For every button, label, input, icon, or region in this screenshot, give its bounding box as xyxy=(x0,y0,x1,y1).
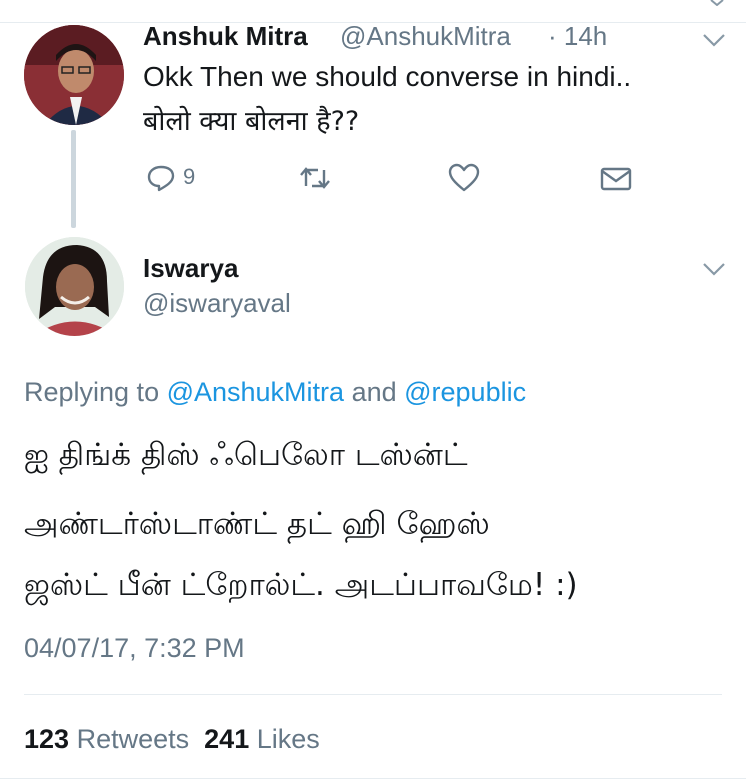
replying-and: and xyxy=(344,377,405,407)
tweet-text: அண்டர்ஸ்டாண்ட் தட் ஹி ஹேஸ் xyxy=(24,506,490,542)
author-name[interactable]: Iswarya xyxy=(143,253,238,284)
reply-count: 9 xyxy=(183,164,196,189)
avatar-image xyxy=(24,25,124,125)
heart-icon[interactable] xyxy=(448,163,480,193)
author-handle[interactable]: @iswaryaval xyxy=(143,288,291,319)
divider xyxy=(24,694,722,695)
tweet-time[interactable]: · 14h xyxy=(548,21,607,52)
divider xyxy=(0,778,746,779)
retweets-count[interactable]: 123 xyxy=(24,724,69,754)
tweet-text: ஐ திங்க் திஸ் ஃபெலோ டஸ்ன்ட் xyxy=(24,437,468,473)
retweet-icon[interactable] xyxy=(298,164,332,192)
tweet-text: ஜஸ்ட் பீன் ட்றோல்ட். அடப்பாவமே! :) xyxy=(24,567,578,603)
thread-line xyxy=(71,130,76,228)
replying-prefix: Replying to xyxy=(24,377,167,407)
avatar-image xyxy=(25,237,124,336)
chevron-down-icon[interactable] xyxy=(702,262,726,276)
tweet-stats: 123 Retweets 241 Likes xyxy=(24,724,320,755)
mention-link[interactable]: @republic xyxy=(404,377,526,407)
tweet-timestamp[interactable]: 04/07/17, 7:32 PM xyxy=(24,633,245,664)
likes-label[interactable]: Likes xyxy=(257,724,320,754)
reply-icon[interactable] xyxy=(146,164,176,192)
author-handle[interactable]: @AnshukMitra xyxy=(340,21,511,52)
envelope-icon[interactable] xyxy=(600,166,632,192)
likes-count[interactable]: 241 xyxy=(204,724,249,754)
author-name[interactable]: Anshuk Mitra xyxy=(143,21,308,52)
retweets-label[interactable]: Retweets xyxy=(77,724,190,754)
chevron-down-icon[interactable] xyxy=(710,0,724,6)
mention-link[interactable]: @AnshukMitra xyxy=(167,377,344,407)
avatar[interactable] xyxy=(24,25,124,125)
replying-to: Replying to @AnshukMitra and @republic xyxy=(24,377,526,408)
tweet-text: बोलो क्या बोलना है?? xyxy=(143,106,360,137)
tweet-text: Okk Then we should converse in hindi.. xyxy=(143,61,632,92)
avatar[interactable] xyxy=(25,237,124,336)
chevron-down-icon[interactable] xyxy=(702,33,726,47)
